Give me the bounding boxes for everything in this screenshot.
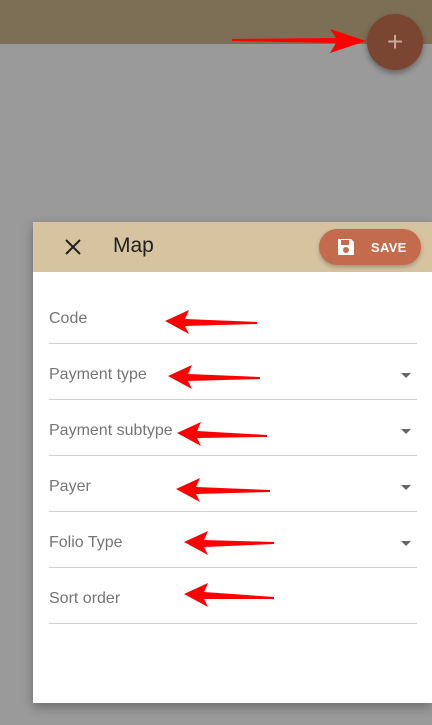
annotation-arrow-payment-type xyxy=(168,365,260,389)
code-field-label: Code xyxy=(49,310,88,327)
annotation-arrow-sort-order xyxy=(184,583,274,607)
add-button[interactable]: + xyxy=(367,14,423,70)
floppy-disk-icon xyxy=(338,239,354,255)
annotation-arrow-folio-type xyxy=(184,531,274,555)
dialog-title: Map xyxy=(113,234,154,257)
payment-subtype-label: Payment subtype xyxy=(49,422,173,439)
folio-type-label: Folio Type xyxy=(49,534,123,551)
save-button-label: SAVE xyxy=(371,239,407,255)
dropdown-arrow-icon xyxy=(401,429,411,434)
plus-icon: + xyxy=(386,26,404,57)
close-button[interactable] xyxy=(61,235,85,259)
dropdown-arrow-icon xyxy=(401,541,411,546)
payer-label: Payer xyxy=(49,478,91,495)
annotation-arrow-payment-subtype xyxy=(177,422,267,446)
close-icon xyxy=(65,239,81,255)
payment-type-label: Payment type xyxy=(49,366,147,383)
dropdown-arrow-icon xyxy=(401,485,411,490)
dialog-header: Map SAVE xyxy=(33,222,432,272)
sort-order-label: Sort order xyxy=(49,590,121,607)
save-button[interactable]: SAVE xyxy=(319,229,421,265)
dropdown-arrow-icon xyxy=(401,373,411,378)
annotation-arrow-payer xyxy=(176,478,270,502)
map-dialog: Map SAVE Code Payment type Payment subty… xyxy=(33,222,432,703)
annotation-arrow-code xyxy=(165,310,257,334)
annotation-arrow-fab xyxy=(232,29,366,53)
